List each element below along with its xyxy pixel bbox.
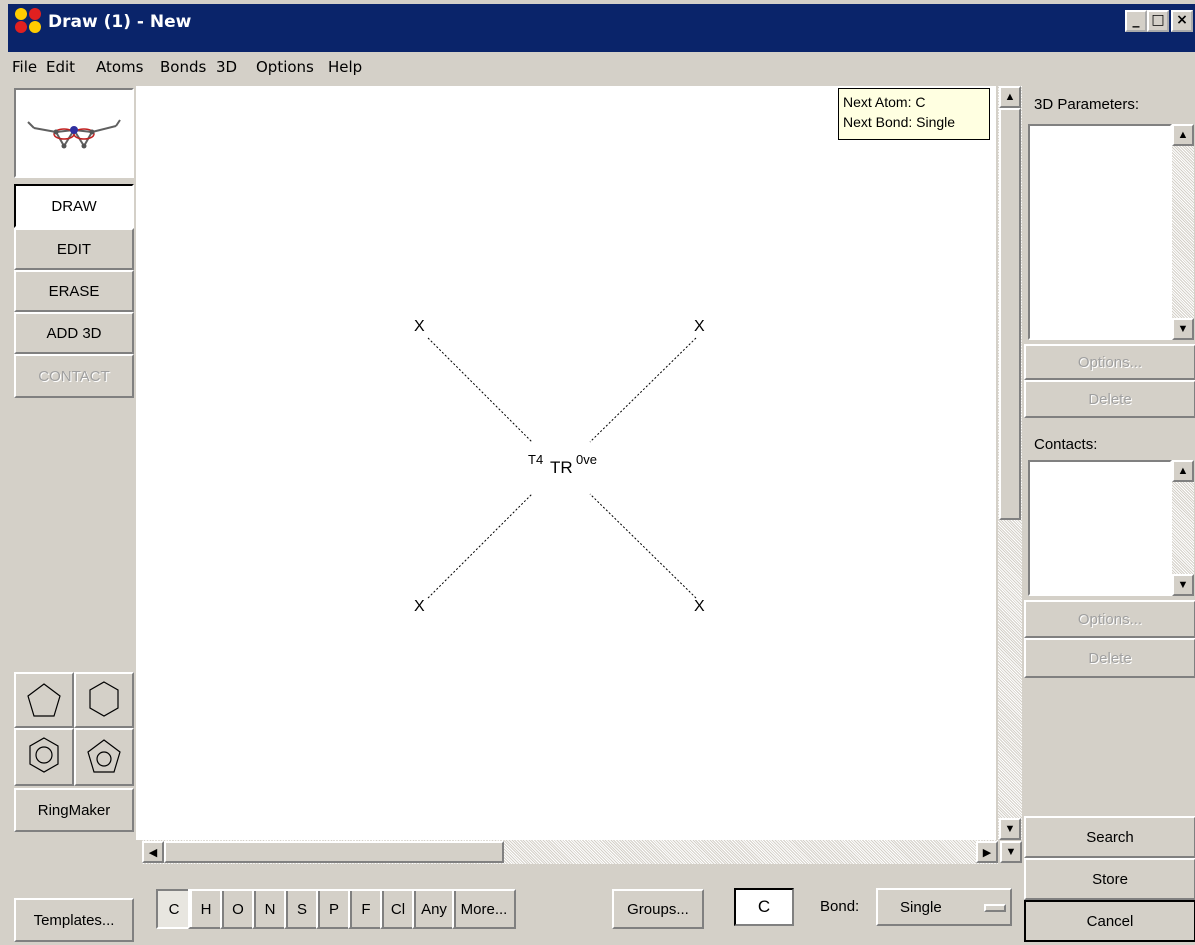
aromatic-pentagon-button[interactable] [74, 728, 134, 786]
contacts-list[interactable] [1028, 460, 1172, 596]
molecule-thumbnail-image [27, 119, 121, 149]
scroll-down-icon[interactable]: ▼ [999, 818, 1021, 840]
add-3d-tool-button[interactable]: ADD 3D [14, 312, 134, 354]
window-title: Draw (1) - New [48, 12, 192, 32]
element-cl-button[interactable]: Cl [380, 889, 416, 929]
terminal-atom-bottom-left[interactable]: X [414, 598, 425, 616]
molecule-thumbnail[interactable] [14, 88, 134, 178]
element-h-button[interactable]: H [188, 889, 224, 929]
contacts-scrollbar[interactable]: ▲ ▼ [1172, 460, 1194, 596]
canvas-vertical-scrollbar[interactable]: ▲ ▼ [998, 86, 1022, 840]
close-button[interactable]: × [1171, 10, 1193, 32]
dropdown-indicator-icon [984, 904, 1006, 912]
terminal-atom-bottom-right[interactable]: X [694, 598, 705, 616]
search-button[interactable]: Search [1024, 816, 1195, 858]
element-p-button[interactable]: P [316, 889, 352, 929]
center-atom-superscript-right: 0ve [576, 452, 597, 467]
center-atom-label[interactable]: TR [550, 458, 573, 478]
contacts-label: Contacts: [1034, 436, 1098, 453]
element-palette: C H O N S P F Cl Any More... Groups... [156, 889, 716, 929]
cyclopentane-button[interactable] [14, 672, 74, 728]
menu-file[interactable]: File [12, 58, 37, 76]
scroll-left-icon[interactable]: ◀ [142, 841, 164, 863]
menu-bonds[interactable]: Bonds [160, 58, 206, 76]
scroll-up-icon[interactable]: ▲ [999, 86, 1021, 108]
minimize-button[interactable]: _ [1125, 10, 1147, 32]
cyclohexane-button[interactable] [74, 672, 134, 728]
next-bond-text: Next Bond: Single [843, 114, 956, 130]
center-atom-superscript-left: T4 [528, 452, 544, 467]
app-logo-icon [15, 8, 41, 33]
menu-help[interactable]: Help [328, 58, 362, 76]
menu-edit[interactable]: Edit [46, 58, 75, 76]
cancel-button[interactable]: Cancel [1024, 900, 1195, 942]
templates-button[interactable]: Templates... [14, 898, 134, 942]
params-scroll-down-icon[interactable]: ▼ [1172, 318, 1194, 340]
contacts-delete-button[interactable]: Delete [1024, 638, 1195, 678]
terminal-atom-top-left[interactable]: X [414, 318, 425, 336]
menu-bar: File Edit Atoms Bonds 3D Options Help [8, 52, 1195, 82]
3d-parameters-list[interactable] [1028, 124, 1172, 340]
horizontal-scroll-thumb[interactable] [164, 841, 504, 863]
more-elements-button[interactable]: More... [452, 889, 516, 929]
scroll-right-icon[interactable]: ▶ [976, 841, 998, 863]
contact-tool-button[interactable]: CONTACT [14, 354, 134, 398]
element-s-button[interactable]: S [284, 889, 320, 929]
hexagon-icon [89, 681, 119, 717]
params-options-button[interactable]: Options... [1024, 344, 1195, 380]
terminal-atom-top-right[interactable]: X [694, 318, 705, 336]
erase-tool-button[interactable]: ERASE [14, 270, 134, 312]
ringmaker-button[interactable]: RingMaker [14, 788, 134, 832]
element-c-button[interactable]: C [156, 889, 192, 929]
menu-atoms[interactable]: Atoms [96, 58, 143, 76]
draw-tool-button[interactable]: DRAW [14, 184, 134, 228]
drawing-canvas[interactable]: X X X X T4 TR 0ve [136, 86, 996, 840]
aromatic-pentagon-icon [87, 739, 121, 773]
3d-parameters-scrollbar[interactable]: ▲ ▼ [1172, 124, 1194, 340]
menu-3d[interactable]: 3D [216, 58, 237, 76]
store-button[interactable]: Store [1024, 858, 1195, 900]
contacts-scroll-down-icon[interactable]: ▼ [1172, 574, 1194, 596]
title-bar: Draw (1) - New _ □ × [8, 4, 1195, 52]
element-n-button[interactable]: N [252, 889, 288, 929]
pentagon-icon [27, 683, 61, 717]
element-any-button[interactable]: Any [412, 889, 456, 929]
bond-type-value: Single [900, 898, 942, 916]
next-atom-text: Next Atom: C [843, 94, 926, 110]
element-o-button[interactable]: O [220, 889, 256, 929]
bond-type-dropdown[interactable]: Single [876, 888, 1012, 926]
edit-tool-button[interactable]: EDIT [14, 228, 134, 270]
3d-parameters-label: 3D Parameters: [1034, 96, 1140, 113]
groups-button[interactable]: Groups... [612, 889, 704, 929]
params-scroll-up-icon[interactable]: ▲ [1172, 124, 1194, 146]
menu-options[interactable]: Options [256, 58, 314, 76]
bond-label: Bond: [820, 898, 860, 915]
vertical-scroll-thumb[interactable] [999, 108, 1021, 520]
contacts-scroll-up-icon[interactable]: ▲ [1172, 460, 1194, 482]
params-delete-button[interactable]: Delete [1024, 380, 1195, 418]
element-f-button[interactable]: F [348, 889, 384, 929]
status-tooltip: Next Atom: C Next Bond: Single [838, 88, 990, 140]
benzene-button[interactable] [14, 728, 74, 786]
current-atom-field[interactable]: C [734, 888, 794, 926]
aromatic-hexagon-icon [29, 737, 59, 773]
scroll-corner-down-icon[interactable]: ▼ [1000, 841, 1022, 863]
maximize-button[interactable]: □ [1147, 10, 1169, 32]
canvas-horizontal-scrollbar[interactable]: ◀ ▶ [142, 840, 998, 864]
contacts-options-button[interactable]: Options... [1024, 600, 1195, 638]
